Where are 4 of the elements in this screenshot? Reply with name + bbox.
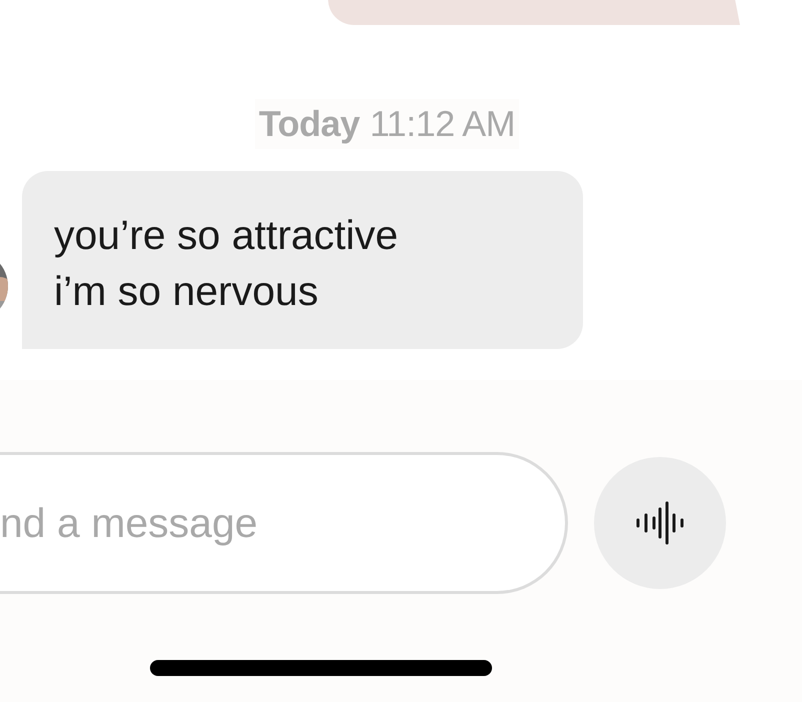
waveform-icon (636, 501, 684, 545)
message-field[interactable]: nd a message (0, 452, 568, 594)
timestamp: Today 11:12 AM (254, 99, 520, 149)
message-bubble: you’re so attractive i’m so nervous (22, 171, 583, 349)
